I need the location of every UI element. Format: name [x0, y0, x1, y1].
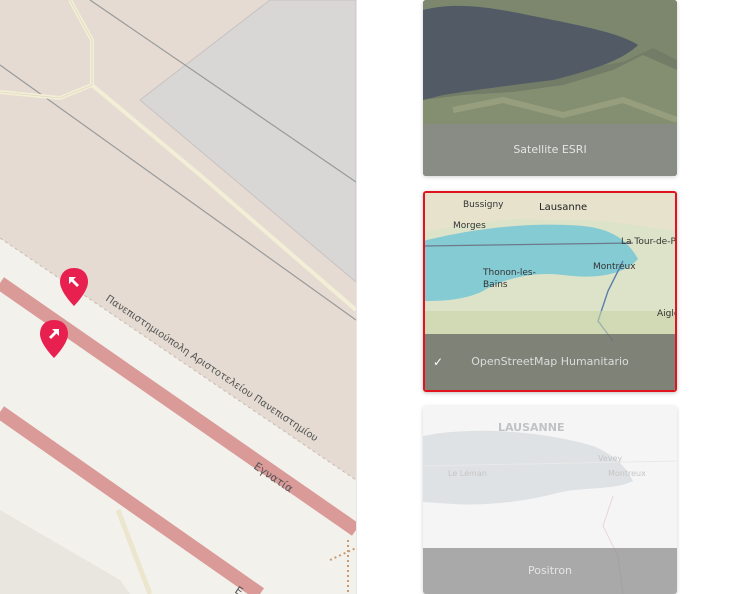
layer-option-satellite[interactable]: Satellite ESRI [423, 0, 677, 176]
place-vevey: Vevey [598, 454, 622, 463]
place-leman: Le Léman [448, 468, 487, 478]
place-thonon: Thonon-les- [482, 268, 536, 278]
layer-label-osm-humanitarian: ✓ OpenStreetMap Humanitario [425, 334, 675, 390]
check-icon: ✓ [433, 355, 444, 369]
map-view[interactable]: Πανεπιστημιούπολη Αριστοτελείου Πανεπιστ… [0, 0, 356, 594]
place-bains: Bains [483, 280, 508, 290]
place-lausanne: Lausanne [539, 202, 587, 213]
layer-label-satellite: Satellite ESRI [423, 124, 677, 176]
map-marker-2[interactable] [38, 318, 70, 360]
arrow-up-right-icon [40, 320, 68, 358]
place-la-tour: La Tour-de-Pe [621, 237, 677, 247]
place-montreux: Montreux [593, 262, 636, 272]
layer-label-text: OpenStreetMap Humanitario [471, 355, 629, 368]
map-canvas[interactable]: Πανεπιστημιούπολη Αριστοτελείου Πανεπιστ… [0, 0, 356, 594]
layer-label-positron: Positron [423, 548, 677, 594]
place-morges: Morges [453, 221, 486, 231]
map-marker-1[interactable] [58, 266, 90, 308]
layer-option-osm-humanitarian[interactable]: Bussigny Lausanne Morges La Tour-de-Pe M… [423, 191, 677, 392]
layer-option-positron[interactable]: LAUSANNE Le Léman Vevey Montreux Positro… [423, 406, 677, 594]
layer-panel: Satellite ESRI Bussigny Lausanne Morges … [356, 0, 742, 594]
place-montreux-positron: Montreux [608, 469, 646, 478]
arrow-up-left-icon [60, 268, 88, 306]
place-aigle: Aigle [657, 309, 677, 319]
place-bussigny: Bussigny [463, 200, 504, 210]
place-lausanne-positron: LAUSANNE [498, 421, 564, 434]
